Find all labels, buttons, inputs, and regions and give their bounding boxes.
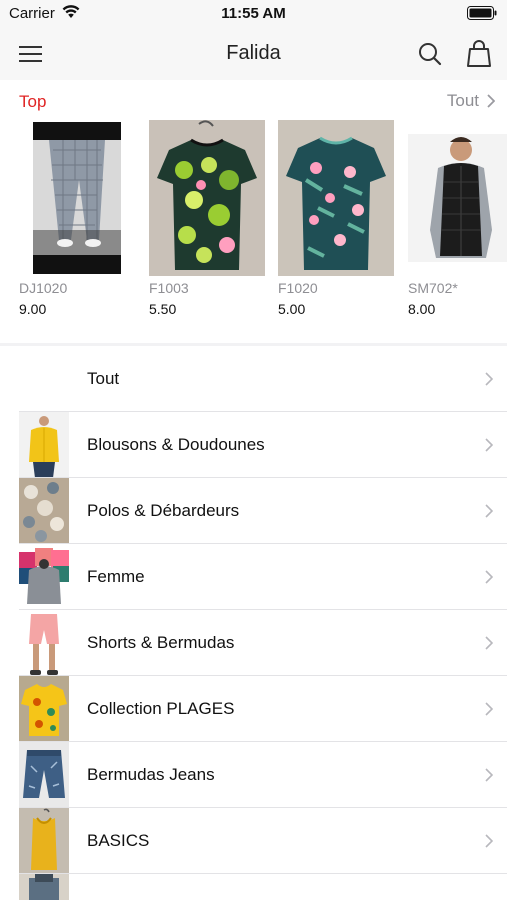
see-all-link[interactable]: Tout: [447, 91, 495, 111]
category-label: Polos & Débardeurs: [87, 501, 240, 520]
status-bar: Carrier 11:55 AM: [0, 0, 507, 28]
search-icon: [419, 43, 442, 66]
category-thumbnail: [19, 742, 69, 808]
category-item-shorts[interactable]: Shorts & Bermudas: [0, 610, 507, 676]
top-section-title: Top: [19, 92, 47, 111]
top-products-carousel[interactable]: DJ1020 9.00 F1003 5.50 F1020 5.00 SM702*…: [0, 120, 507, 330]
search-button[interactable]: [416, 40, 444, 68]
chevron-right-icon: [485, 438, 494, 457]
category-label: Tout: [87, 369, 120, 388]
chevron-right-icon: [485, 834, 494, 853]
product-price: 8.00: [408, 301, 436, 317]
product-card[interactable]: F1020 5.00: [278, 120, 400, 325]
top-section-header: Top Tout: [0, 80, 507, 120]
product-code: DJ1020: [19, 280, 68, 296]
menu-button[interactable]: [16, 40, 46, 68]
product-card[interactable]: F1003 5.50: [149, 120, 271, 325]
category-label: BASICS: [87, 831, 150, 850]
chevron-right-icon: [485, 570, 494, 589]
chevron-right-icon: [487, 94, 495, 108]
product-price: 5.50: [149, 301, 177, 317]
shopping-bag-icon: [467, 40, 491, 67]
product-price: 9.00: [19, 301, 47, 317]
product-price: 5.00: [278, 301, 306, 317]
product-code: SM702*: [408, 280, 458, 296]
category-label: Shorts & Bermudas: [87, 633, 235, 652]
product-card[interactable]: SM702* 8.00: [408, 120, 507, 325]
category-item-partial[interactable]: [0, 874, 507, 900]
hamburger-menu-icon: [19, 46, 42, 62]
chevron-right-icon: [485, 702, 494, 721]
chevron-right-icon: [485, 372, 494, 391]
category-item-bermudas-jeans[interactable]: Bermudas Jeans: [0, 742, 507, 808]
category-label: Femme: [87, 567, 145, 586]
product-code: F1003: [149, 280, 189, 296]
chevron-right-icon: [485, 768, 494, 787]
cart-button[interactable]: [466, 39, 492, 69]
chevron-right-icon: [485, 504, 494, 523]
category-thumbnail: [19, 412, 69, 478]
product-image: [408, 120, 507, 276]
category-thumbnail: [19, 544, 69, 610]
product-code: F1020: [278, 280, 318, 296]
category-item-femme[interactable]: Femme: [0, 544, 507, 610]
category-item-blousons[interactable]: Blousons & Doudounes: [0, 412, 507, 478]
product-card[interactable]: DJ1020 9.00: [19, 120, 141, 325]
battery-icon: [467, 6, 497, 25]
chevron-right-icon: [485, 636, 494, 655]
category-item-tout[interactable]: Tout: [0, 346, 507, 412]
product-image: [149, 120, 271, 276]
navigation-bar: Falida: [0, 28, 507, 80]
category-thumbnail: [19, 874, 69, 900]
see-all-label: Tout: [446, 91, 479, 110]
product-image: [278, 120, 400, 276]
category-label: Blousons & Doudounes: [87, 435, 265, 454]
category-item-polos[interactable]: Polos & Débardeurs: [0, 478, 507, 544]
status-time: 11:55 AM: [221, 5, 286, 22]
category-item-plages[interactable]: Collection PLAGES: [0, 676, 507, 742]
category-label: Collection PLAGES: [87, 699, 235, 718]
category-thumbnail: [19, 676, 69, 742]
category-thumbnail: [19, 478, 69, 544]
category-item-basics[interactable]: BASICS: [0, 808, 507, 874]
product-image: [19, 120, 141, 276]
category-thumbnail: [19, 610, 69, 676]
category-label: Bermudas Jeans: [87, 765, 215, 784]
category-thumbnail: [19, 808, 69, 874]
